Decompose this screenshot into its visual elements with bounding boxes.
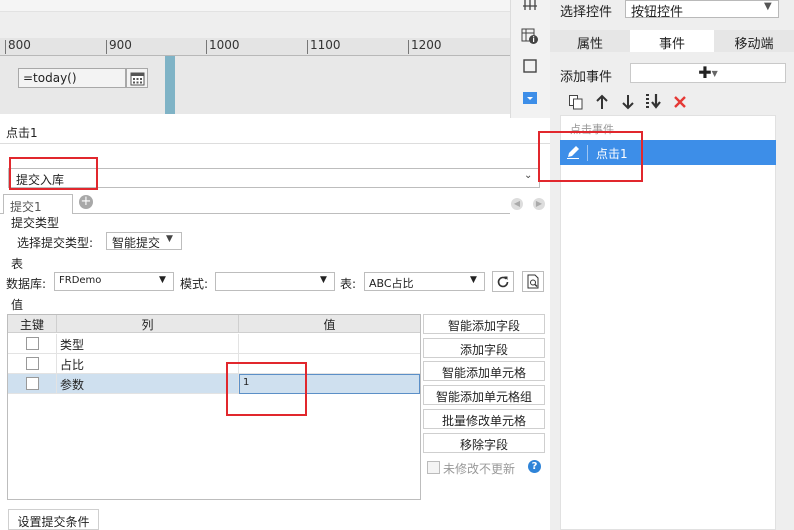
header-value[interactable]: 值: [239, 315, 420, 333]
ruler-tick: 800: [5, 38, 31, 54]
column-cell[interactable]: 占比: [57, 354, 239, 374]
chevron-down-icon[interactable]: ▼: [470, 275, 477, 285]
copy-icon[interactable]: [566, 92, 586, 112]
calendar-icon[interactable]: [126, 68, 148, 88]
database-select[interactable]: FRDemo: [54, 272, 174, 291]
move-bottom-icon[interactable]: [644, 92, 664, 112]
frame-icon[interactable]: [518, 55, 542, 77]
no-update-checkbox[interactable]: [427, 461, 440, 474]
info-table-icon[interactable]: [518, 25, 542, 47]
submit-condition-button[interactable]: 设置提交条件: [8, 509, 99, 530]
event-title: 点击1: [6, 126, 38, 140]
table-label: 表:: [340, 277, 357, 291]
highlight-box: [226, 362, 307, 416]
column-guide-line: [165, 56, 175, 114]
highlight-box: [9, 157, 98, 190]
horizontal-ruler: 800 900 1000 1100 1200: [0, 38, 510, 56]
refresh-icon[interactable]: [492, 271, 514, 292]
chevron-down-icon[interactable]: ▼: [764, 1, 772, 12]
ruler-tick: 1000: [206, 38, 240, 54]
chevron-down-icon[interactable]: ⌄: [524, 170, 532, 181]
chevron-right-icon[interactable]: ▶: [533, 198, 545, 210]
move-down-icon[interactable]: [618, 92, 638, 112]
table-select[interactable]: ABC占比: [364, 272, 485, 291]
select-control-label: 选择控件: [560, 5, 613, 20]
add-tab-icon[interactable]: +: [79, 195, 93, 209]
tab-submit-1[interactable]: 提交1: [3, 194, 73, 214]
tab-mobile[interactable]: 移动端: [714, 30, 794, 52]
move-up-icon[interactable]: [592, 92, 612, 112]
chevron-down-icon[interactable]: ▼: [166, 234, 173, 244]
add-event-label: 添加事件: [560, 70, 613, 85]
chevron-down-icon[interactable]: ▼: [320, 275, 327, 285]
highlight-box: [538, 131, 643, 182]
divider: [0, 213, 510, 214]
batch-modify-cells-button[interactable]: 批量修改单元格: [423, 409, 545, 429]
mode-label: 模式:: [180, 277, 209, 291]
add-field-button[interactable]: 添加字段: [423, 338, 545, 358]
design-area: [0, 12, 510, 38]
chevron-left-icon[interactable]: ◀: [511, 198, 523, 210]
grid-icon[interactable]: [518, 0, 542, 16]
primary-key-checkbox[interactable]: [26, 377, 39, 390]
smart-add-cell-button[interactable]: 智能添加单元格: [423, 361, 545, 381]
ruler-tick: 900: [106, 38, 132, 54]
primary-key-checkbox[interactable]: [26, 357, 39, 370]
column-cell[interactable]: 参数: [57, 374, 239, 394]
chevron-down-icon[interactable]: ▼: [159, 275, 166, 285]
value-cell[interactable]: [239, 334, 420, 354]
mode-select[interactable]: [215, 272, 335, 291]
smart-add-cell-group-button[interactable]: 智能添加单元格组: [423, 385, 545, 405]
primary-key-checkbox[interactable]: [26, 337, 39, 350]
dropdown-widget-icon[interactable]: [518, 87, 542, 109]
database-label: 数据库:: [6, 277, 47, 291]
date-widget-field[interactable]: =today(): [18, 68, 126, 88]
tab-events[interactable]: 事件: [630, 30, 714, 52]
tab-attributes[interactable]: 属性: [550, 30, 630, 52]
table-section: 表: [11, 257, 24, 271]
add-event-button[interactable]: ✚▼: [630, 63, 786, 83]
submit-type-label: 选择提交类型:: [17, 236, 94, 250]
submit-type-section: 提交类型: [11, 216, 60, 230]
divider: [0, 143, 550, 144]
ruler-tick: 1100: [307, 38, 341, 54]
preview-table-icon[interactable]: [522, 271, 544, 292]
remove-field-button[interactable]: 移除字段: [423, 433, 545, 453]
smart-add-field-button[interactable]: 智能添加字段: [423, 314, 545, 334]
top-toolbar: [0, 0, 510, 12]
caret-icon[interactable]: ⌃: [487, 0, 497, 8]
values-section: 值: [11, 298, 24, 312]
help-icon[interactable]: ?: [528, 460, 541, 473]
header-column[interactable]: 列: [57, 315, 239, 333]
select-control-dropdown[interactable]: 按钮控件: [625, 0, 779, 20]
no-update-label: 未修改不更新: [443, 462, 516, 476]
header-primary-key[interactable]: 主键: [8, 315, 57, 333]
column-cell[interactable]: 类型: [57, 334, 239, 354]
delete-icon[interactable]: [670, 92, 690, 112]
ruler-tick: 1200: [408, 38, 442, 54]
